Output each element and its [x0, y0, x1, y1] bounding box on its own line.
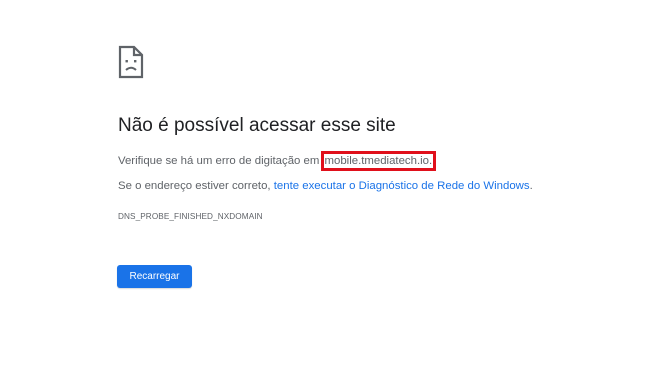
- typo-check-message: Verifique se há um erro de digitação em …: [118, 151, 437, 171]
- typo-check-text: Verifique se há um erro de digitação em: [118, 155, 323, 167]
- sad-page-icon: [118, 45, 144, 79]
- reload-button[interactable]: Recarregar: [117, 265, 192, 288]
- diagnostics-suffix: .: [529, 180, 533, 192]
- diagnostics-prefix: Se o endereço estiver correto,: [118, 180, 274, 192]
- error-page: Não é possível acessar esse site Verifiq…: [0, 0, 650, 370]
- hostname-highlight: mobile.tmediatech.io.: [320, 151, 437, 171]
- diagnostics-link[interactable]: tente executar o Diagnóstico de Rede do …: [274, 180, 530, 192]
- diagnostics-message: Se o endereço estiver correto, tente exe…: [118, 180, 533, 192]
- error-code: DNS_PROBE_FINISHED_NXDOMAIN: [118, 212, 263, 221]
- page-title: Não é possível acessar esse site: [118, 115, 396, 136]
